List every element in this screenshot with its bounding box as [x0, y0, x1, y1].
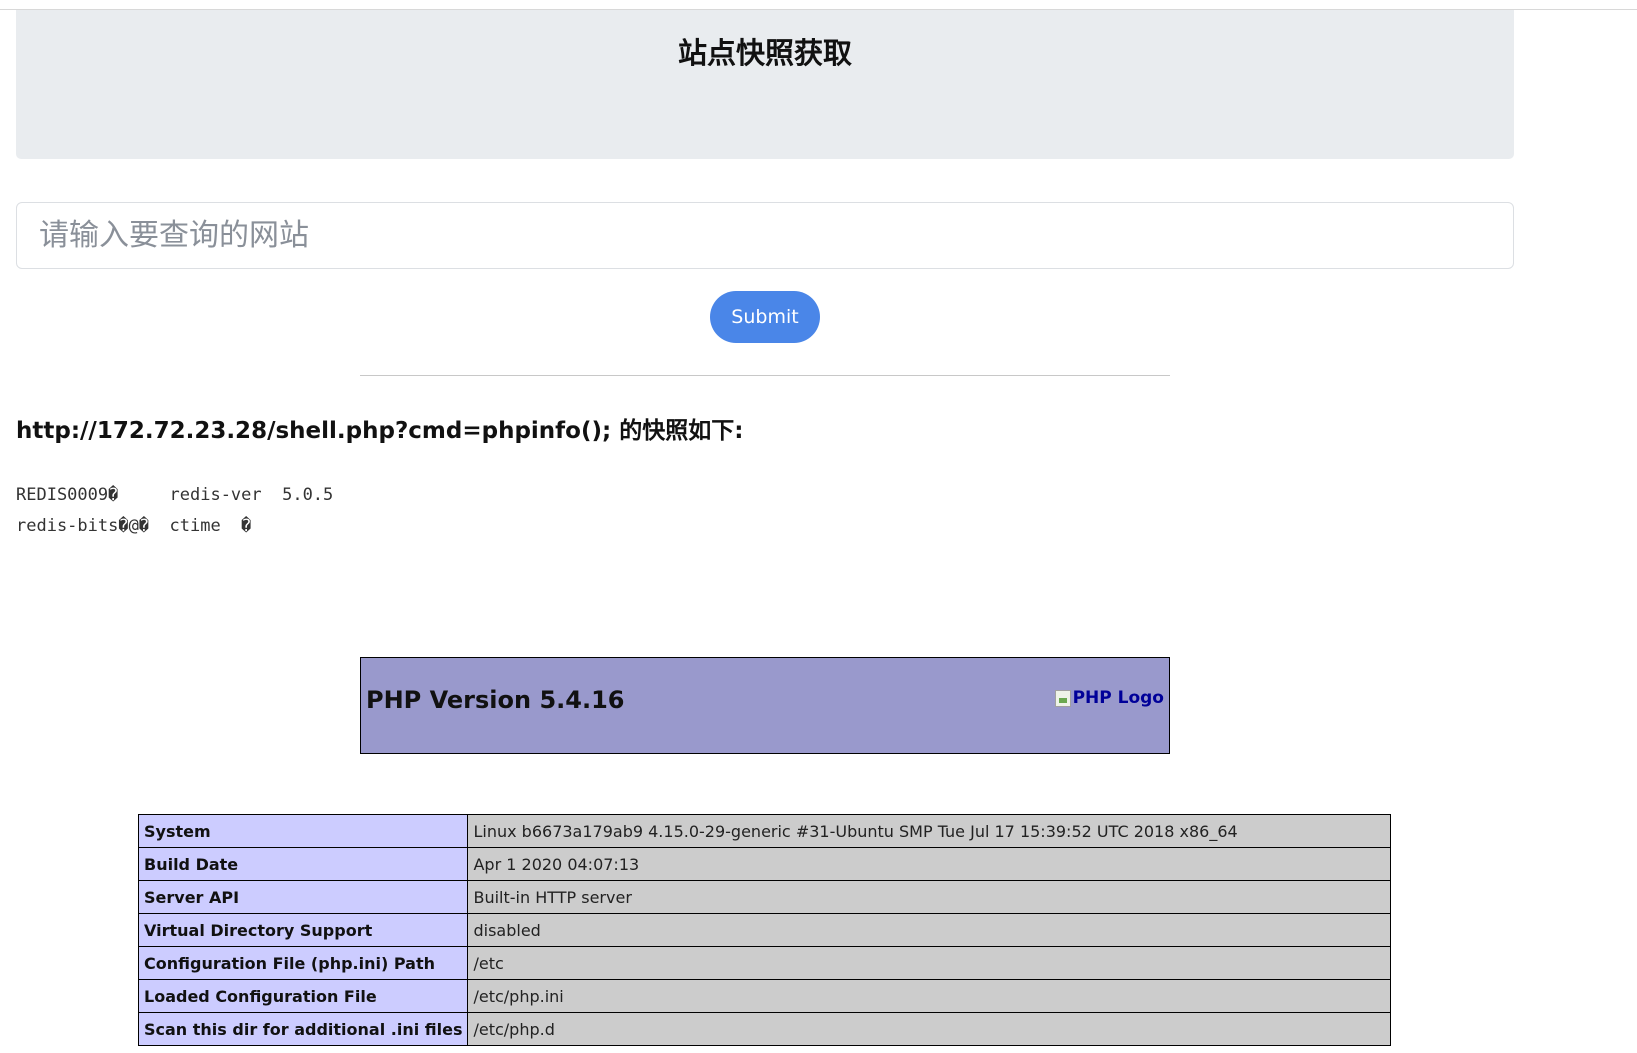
table-key-cell: Build Date — [137, 847, 469, 881]
raw-output: REDIS0009� redis-ver 5.0.5 redis-bits�@�… — [16, 480, 333, 542]
submit-button[interactable]: Submit — [710, 291, 820, 343]
table-key-cell: Configuration File (php.ini) Path — [137, 946, 469, 980]
table-row: Virtual Directory Support disabled — [137, 913, 1391, 947]
table-value-cell: Linux b6673a179ab9 4.15.0-29-generic #31… — [467, 814, 1391, 848]
url-search-input[interactable] — [16, 202, 1514, 269]
table-row: Loaded Configuration File/etc/php.ini — [137, 979, 1391, 1013]
snapshot-heading: http://172.72.23.28/shell.php?cmd=phpinf… — [16, 418, 744, 444]
table-value-cell: /etc/php.d — [467, 1012, 1391, 1046]
page-title: 站点快照获取 — [677, 36, 852, 70]
table-key-cell: System — [137, 814, 469, 848]
raw-output-line: redis-bits�@� ctime � — [16, 516, 252, 536]
php-logo-link[interactable]: PHP Logo — [1054, 688, 1164, 708]
table-key-cell: Loaded Configuration File — [137, 979, 469, 1013]
table-row: Configuration File (php.ini) Path/etc — [137, 946, 1391, 980]
phpinfo-table: System Linux b6673a179ab9 4.15.0-29-gener… — [137, 814, 1391, 1046]
table-value-cell: /etc — [467, 946, 1391, 980]
php-version-title: PHP Version 5.4.16 — [366, 686, 625, 714]
top-border — [0, 0, 1637, 10]
table-value-cell: /etc/php.ini — [467, 979, 1391, 1013]
php-logo-alt-text: PHP Logo — [1072, 688, 1164, 708]
table-row: System Linux b6673a179ab9 4.15.0-29-gener… — [137, 814, 1391, 848]
table-row: Build Date Apr 1 2020 04:07:13 — [137, 847, 1391, 881]
table-key-cell: Server API — [137, 880, 469, 914]
table-key-cell: Virtual Directory Support — [137, 913, 469, 947]
table-value-cell: Apr 1 2020 04:07:13 — [467, 847, 1391, 881]
table-key-cell: Scan this dir for additional .ini files — [137, 1012, 469, 1046]
table-value-cell: Built-in HTTP server — [467, 880, 1391, 914]
table-row: Server API Built-in HTTP server — [137, 880, 1391, 914]
phpinfo-header: PHP Version 5.4.16 PHP Logo — [360, 657, 1170, 754]
table-value-cell: disabled — [467, 913, 1391, 947]
table-row: Scan this dir for additional .ini files /… — [137, 1012, 1391, 1046]
raw-output-line: REDIS0009� redis-ver 5.0.5 — [16, 485, 334, 505]
broken-image-icon — [1054, 689, 1071, 707]
divider — [360, 375, 1170, 376]
header-panel: 站点快照获取 — [16, 10, 1514, 159]
